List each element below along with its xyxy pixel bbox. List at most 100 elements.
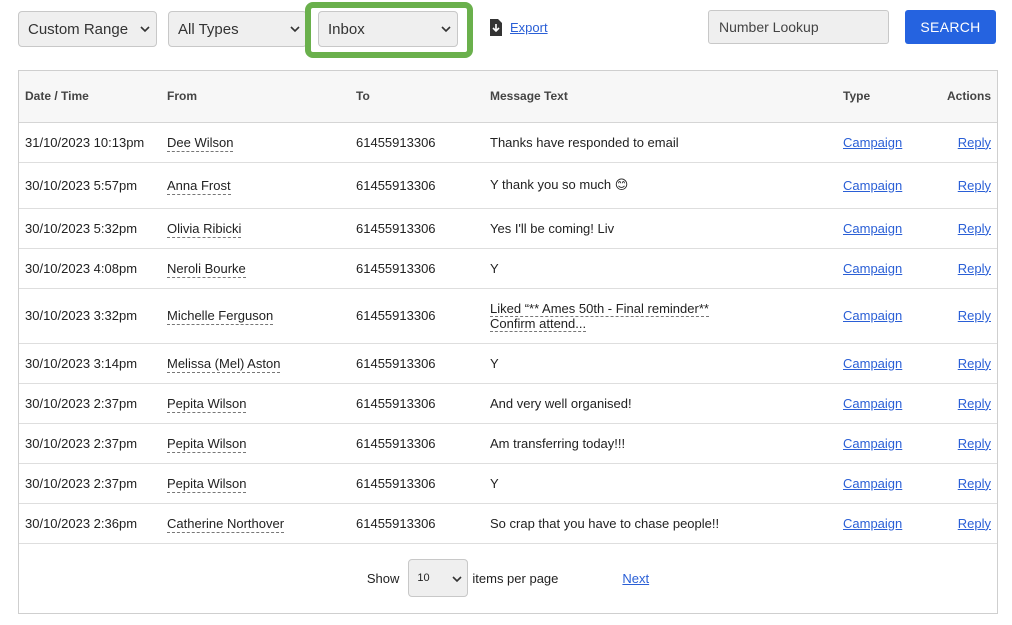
cell-message: And very well organised! [484, 383, 837, 424]
cell-from: Pepita Wilson [161, 423, 350, 464]
messages-panel: Date / Time From To Message Text Type Ac… [18, 70, 998, 614]
contact-link[interactable]: Neroli Bourke [167, 260, 246, 278]
items-per-page-value: 10 [417, 572, 430, 584]
reply-link[interactable]: Reply [958, 261, 991, 276]
cell-from: Pepita Wilson [161, 463, 350, 504]
cell-from: Dee Wilson [161, 122, 350, 163]
cell-datetime: 30/10/2023 3:32pm [19, 288, 161, 344]
reply-link[interactable]: Reply [958, 516, 991, 531]
cell-message: Liked “** Ames 50th - Final reminder** C… [484, 288, 837, 344]
contact-link[interactable]: Melissa (Mel) Aston [167, 355, 281, 373]
reply-link[interactable]: Reply [958, 476, 991, 491]
cell-to: 61455913306 [350, 122, 484, 163]
col-header-from: From [161, 71, 350, 123]
cell-to: 61455913306 [350, 503, 484, 544]
contact-link[interactable]: Catherine Northover [167, 515, 285, 533]
reply-link[interactable]: Reply [958, 221, 991, 236]
number-lookup-input[interactable]: Number Lookup [708, 10, 889, 44]
folder-select[interactable]: Inbox [318, 11, 458, 47]
reply-link[interactable]: Reply [958, 356, 991, 371]
cell-actions: Reply [919, 463, 997, 504]
campaign-link[interactable]: Campaign [843, 516, 902, 531]
col-header-actions: Actions [919, 71, 997, 123]
campaign-link[interactable]: Campaign [843, 135, 902, 150]
table-row: 30/10/2023 2:36pm Catherine Northover 61… [19, 503, 997, 544]
chevron-down-icon [140, 26, 150, 33]
type-value: All Types [178, 20, 239, 38]
message-line-2: Confirm attend... [490, 315, 587, 332]
table-row: 30/10/2023 5:32pm Olivia Ribicki 6145591… [19, 208, 997, 249]
cell-datetime: 30/10/2023 2:36pm [19, 503, 161, 544]
date-range-select[interactable]: Custom Range [18, 11, 157, 47]
cell-from: Michelle Ferguson [161, 288, 350, 344]
table-row: 30/10/2023 4:08pm Neroli Bourke 61455913… [19, 248, 997, 289]
reply-link[interactable]: Reply [958, 308, 991, 323]
contact-link[interactable]: Pepita Wilson [167, 435, 247, 453]
campaign-link[interactable]: Campaign [843, 436, 902, 451]
col-header-to: To [350, 71, 484, 123]
message-preview[interactable]: Liked “** Ames 50th - Final reminder** C… [490, 300, 831, 332]
cell-type: Campaign [837, 248, 919, 289]
table-row: 30/10/2023 3:14pm Melissa (Mel) Aston 61… [19, 343, 997, 384]
cell-actions: Reply [919, 162, 997, 209]
reply-link[interactable]: Reply [958, 135, 991, 150]
chevron-down-icon [452, 576, 462, 583]
campaign-link[interactable]: Campaign [843, 261, 902, 276]
campaign-link[interactable]: Campaign [843, 221, 902, 236]
cell-actions: Reply [919, 208, 997, 249]
cell-from: Catherine Northover [161, 503, 350, 544]
table-row: 30/10/2023 2:37pm Pepita Wilson 61455913… [19, 463, 997, 504]
table-row: 31/10/2023 10:13pm Dee Wilson 6145591330… [19, 122, 997, 163]
cell-message: Thanks have responded to email [484, 122, 837, 163]
cell-datetime: 30/10/2023 4:08pm [19, 248, 161, 289]
contact-link[interactable]: Olivia Ribicki [167, 220, 242, 238]
items-per-page-label: items per page [472, 570, 559, 586]
export-link[interactable]: Export [510, 20, 548, 35]
message-line-1: Liked “** Ames 50th - Final reminder** [490, 300, 709, 317]
items-per-page-select[interactable]: 10 [408, 559, 469, 597]
campaign-link[interactable]: Campaign [843, 308, 902, 323]
contact-link[interactable]: Anna Frost [167, 177, 231, 195]
cell-from: Pepita Wilson [161, 383, 350, 424]
reply-link[interactable]: Reply [958, 436, 991, 451]
campaign-link[interactable]: Campaign [843, 356, 902, 371]
cell-message: Y [484, 248, 837, 289]
table-row: 30/10/2023 2:37pm Pepita Wilson 61455913… [19, 383, 997, 424]
export-link-group[interactable]: Export [489, 19, 548, 36]
col-header-message: Message Text [484, 71, 837, 123]
reply-link[interactable]: Reply [958, 178, 991, 193]
cell-datetime: 30/10/2023 2:37pm [19, 463, 161, 504]
cell-type: Campaign [837, 463, 919, 504]
cell-to: 61455913306 [350, 343, 484, 384]
pagination-bar: Show 10 items per page Next [19, 559, 997, 597]
download-file-icon [490, 19, 502, 36]
cell-type: Campaign [837, 162, 919, 209]
contact-link[interactable]: Michelle Ferguson [167, 308, 274, 325]
chevron-down-icon [290, 26, 300, 33]
contact-link[interactable]: Pepita Wilson [167, 475, 247, 493]
cell-datetime: 30/10/2023 5:32pm [19, 208, 161, 249]
next-page-link[interactable]: Next [622, 571, 649, 586]
cell-actions: Reply [919, 423, 997, 464]
cell-to: 61455913306 [350, 162, 484, 209]
campaign-link[interactable]: Campaign [843, 396, 902, 411]
campaign-link[interactable]: Campaign [843, 476, 902, 491]
cell-from: Anna Frost [161, 162, 350, 209]
campaign-link[interactable]: Campaign [843, 178, 902, 193]
cell-from: Melissa (Mel) Aston [161, 343, 350, 384]
cell-datetime: 30/10/2023 3:14pm [19, 343, 161, 384]
cell-datetime: 30/10/2023 2:37pm [19, 423, 161, 464]
reply-link[interactable]: Reply [958, 396, 991, 411]
cell-actions: Reply [919, 122, 997, 163]
cell-to: 61455913306 [350, 208, 484, 249]
cell-message: Y [484, 463, 837, 504]
search-button[interactable]: SEARCH [905, 10, 996, 44]
contact-link[interactable]: Pepita Wilson [167, 395, 247, 413]
table-row: 30/10/2023 3:32pm Michelle Ferguson 6145… [19, 288, 997, 344]
type-select[interactable]: All Types [168, 11, 307, 47]
contact-link[interactable]: Dee Wilson [167, 134, 234, 152]
cell-actions: Reply [919, 383, 997, 424]
cell-type: Campaign [837, 343, 919, 384]
table-row: 30/10/2023 5:57pm Anna Frost 61455913306… [19, 162, 997, 209]
cell-to: 61455913306 [350, 383, 484, 424]
